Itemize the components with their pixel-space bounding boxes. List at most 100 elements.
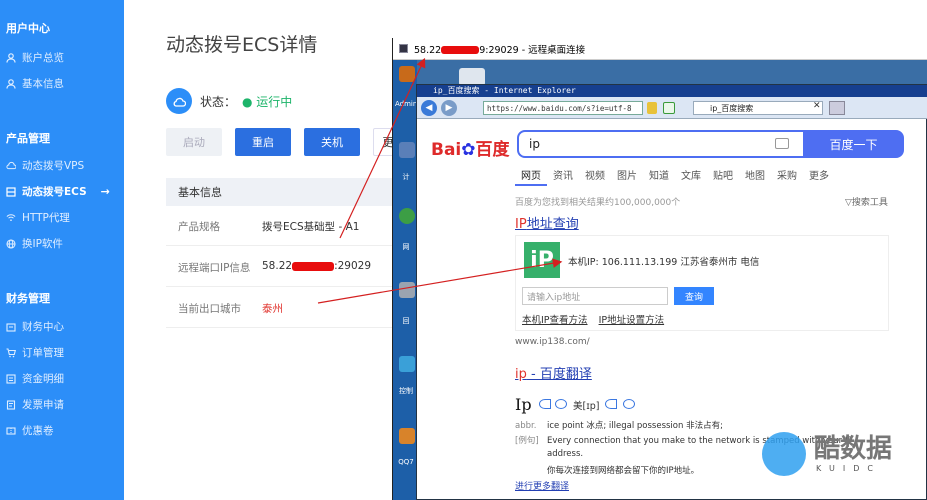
sidebar-item-label: 资金明细 <box>22 373 64 385</box>
info-key: 远程端口IP信息 <box>178 262 251 274</box>
sidebar-item-label: 基本信息 <box>22 78 64 90</box>
sidebar-item-label: 动态拨号ECS <box>22 186 87 198</box>
new-tab-button[interactable] <box>829 101 845 115</box>
tab-more[interactable]: 更多 <box>803 167 835 186</box>
ip-prefix: 58.22 <box>262 260 293 272</box>
ip-lookup-card: iP 本机IP: 106.111.13.199 江苏省泰州市 电信 请输入ip地… <box>515 235 889 331</box>
ip-link-setup-method[interactable]: IP地址设置方法 <box>599 315 665 326</box>
play-icon[interactable] <box>555 399 567 409</box>
ip-input[interactable]: 请输入ip地址 <box>522 287 668 305</box>
speaker-icon[interactable] <box>539 399 551 409</box>
ip-logo: iP <box>524 242 560 278</box>
redaction-mark <box>292 261 335 271</box>
tab-news[interactable]: 资讯 <box>547 167 579 186</box>
close-tab-icon[interactable]: ✕ <box>813 101 821 111</box>
start-button[interactable]: 启动 <box>166 128 222 156</box>
tab-wenku[interactable]: 文库 <box>675 167 707 186</box>
sidebar-section-finance: 财务管理 <box>6 292 50 305</box>
watermark-logo-icon <box>762 432 806 476</box>
sidebar-item-ecs[interactable]: 动态拨号ECS → <box>6 184 110 199</box>
sidebar-item-label: 换IP软件 <box>22 238 63 250</box>
sidebar-item-orders[interactable]: 订单管理 <box>6 345 64 360</box>
tab-purchase[interactable]: 采购 <box>771 167 803 186</box>
qq-icon[interactable] <box>399 428 415 444</box>
speaker-us-icon[interactable] <box>605 399 617 409</box>
info-row-remote-ip: 远程端口IP信息 58.22 :29029 <box>166 247 396 287</box>
computer-icon[interactable] <box>399 142 415 158</box>
baidu-logo[interactable]: Bai✿百度 <box>431 135 510 160</box>
play-us-icon[interactable] <box>623 399 635 409</box>
person-icon <box>6 78 16 89</box>
sidebar-item-ip-software[interactable]: 换IP软件 <box>6 236 63 251</box>
server-icon <box>6 186 16 197</box>
title-rest: 地址查询 <box>526 217 579 232</box>
search-tabs: 网页 资讯 视频 图片 知道 文库 贴吧 地图 采购 更多 <box>515 167 835 186</box>
title-highlight: ip <box>515 367 527 382</box>
more-translation-link[interactable]: 进行更多翻译 <box>515 479 569 492</box>
address-bar[interactable]: https://www.baidu.com/s?ie=utf-8 <box>483 101 643 115</box>
ip-query-button[interactable]: 查询 <box>674 287 714 305</box>
title-rest: - 百度翻译 <box>526 367 592 382</box>
ip-suffix: :29029 <box>334 260 372 272</box>
ip-link-view-method[interactable]: 本机IP查看方法 <box>522 315 588 326</box>
info-value: 拨号ECS基础型 - A1 <box>262 221 360 233</box>
sidebar-item-fund-details[interactable]: 资金明细 <box>6 371 64 386</box>
network-icon[interactable] <box>399 208 415 224</box>
search-input[interactable]: ip <box>517 130 805 158</box>
refresh-icon[interactable] <box>663 102 675 114</box>
desktop-label: Admin <box>395 100 418 108</box>
paw-icon: ✿ <box>461 140 476 160</box>
sidebar-item-invoice[interactable]: 发票申请 <box>6 397 64 412</box>
desktop-label: 网 <box>402 243 410 251</box>
sidebar: 用户中心 账户总览 基本信息 产品管理 动态拨号VPS 动态拨号ECS → HT… <box>0 0 124 500</box>
tab-web[interactable]: 网页 <box>515 167 547 186</box>
pronunciation: 美[ɪp] <box>573 401 600 412</box>
control-panel-icon[interactable] <box>399 356 415 372</box>
sidebar-item-http-proxy[interactable]: HTTP代理 <box>6 210 70 225</box>
shutdown-button[interactable]: 关机 <box>304 128 360 156</box>
tab-images[interactable]: 图片 <box>611 167 643 186</box>
info-header: 基本信息 <box>166 178 396 206</box>
sidebar-item-label: 账户总览 <box>22 52 64 64</box>
info-key: 当前出口城市 <box>178 303 241 315</box>
result-ip-lookup-title[interactable]: IP地址查询 <box>515 213 579 232</box>
globe-icon <box>6 238 16 249</box>
search-button[interactable]: 百度一下 <box>803 130 904 158</box>
sidebar-item-coupon[interactable]: 优惠卷 <box>6 423 54 438</box>
search-tools[interactable]: ▽搜索工具 <box>845 195 888 208</box>
list-icon <box>6 373 16 384</box>
rd-title-prefix: 58.22 <box>414 44 442 56</box>
result-source[interactable]: www.ip138.com/ <box>515 337 590 347</box>
back-icon[interactable]: ◀ <box>421 100 437 116</box>
ie-toolbar: ◀ ▶ https://www.baidu.com/s?ie=utf-8 ip_… <box>417 97 927 119</box>
watermark-sub: KUIDC <box>816 464 881 473</box>
restart-button[interactable]: 重启 <box>235 128 291 156</box>
remote-desktop-titlebar[interactable]: 58.22 9:29029 - 远程桌面连接 <box>393 38 927 60</box>
sidebar-item-finance-center[interactable]: 财务中心 <box>6 319 64 334</box>
tab-baidu[interactable]: ip_百度搜索 <box>693 101 823 115</box>
recycle-bin-icon[interactable] <box>399 282 415 298</box>
sidebar-item-vps[interactable]: 动态拨号VPS <box>6 158 84 173</box>
result-translate-title[interactable]: ip - 百度翻译 <box>515 363 592 382</box>
admin-folder-icon[interactable] <box>399 66 415 82</box>
tab-tieba[interactable]: 贴吧 <box>707 167 739 186</box>
tab-map[interactable]: 地图 <box>739 167 771 186</box>
forward-icon[interactable]: ▶ <box>441 100 457 116</box>
camera-icon[interactable] <box>775 138 789 149</box>
def-value: address. <box>547 449 584 459</box>
sidebar-item-basic-info[interactable]: 基本信息 <box>6 76 64 91</box>
tab-video[interactable]: 视频 <box>579 167 611 186</box>
status-value: 运行中 <box>256 95 293 109</box>
info-value-city: 泰州 <box>262 303 283 315</box>
info-key: 产品规格 <box>178 221 220 233</box>
desktop-label: QQ7 <box>398 458 414 466</box>
ie-titlebar[interactable]: ip_百度搜索 - Internet Explorer <box>417 85 927 97</box>
rd-title-suffix: 9:29029 - 远程桌面连接 <box>479 44 586 56</box>
logo-text-left: Bai <box>431 140 462 160</box>
lock-icon <box>647 102 657 114</box>
definition-row: 你每次连接到网络都会留下你的IP地址。 <box>515 464 699 476</box>
ip-links: 本机IP查看方法 IP地址设置方法 <box>522 312 672 326</box>
desktop-label: 控制 <box>399 387 413 395</box>
tab-zhidao[interactable]: 知道 <box>643 167 675 186</box>
sidebar-item-account-overview[interactable]: 账户总览 <box>6 50 64 65</box>
